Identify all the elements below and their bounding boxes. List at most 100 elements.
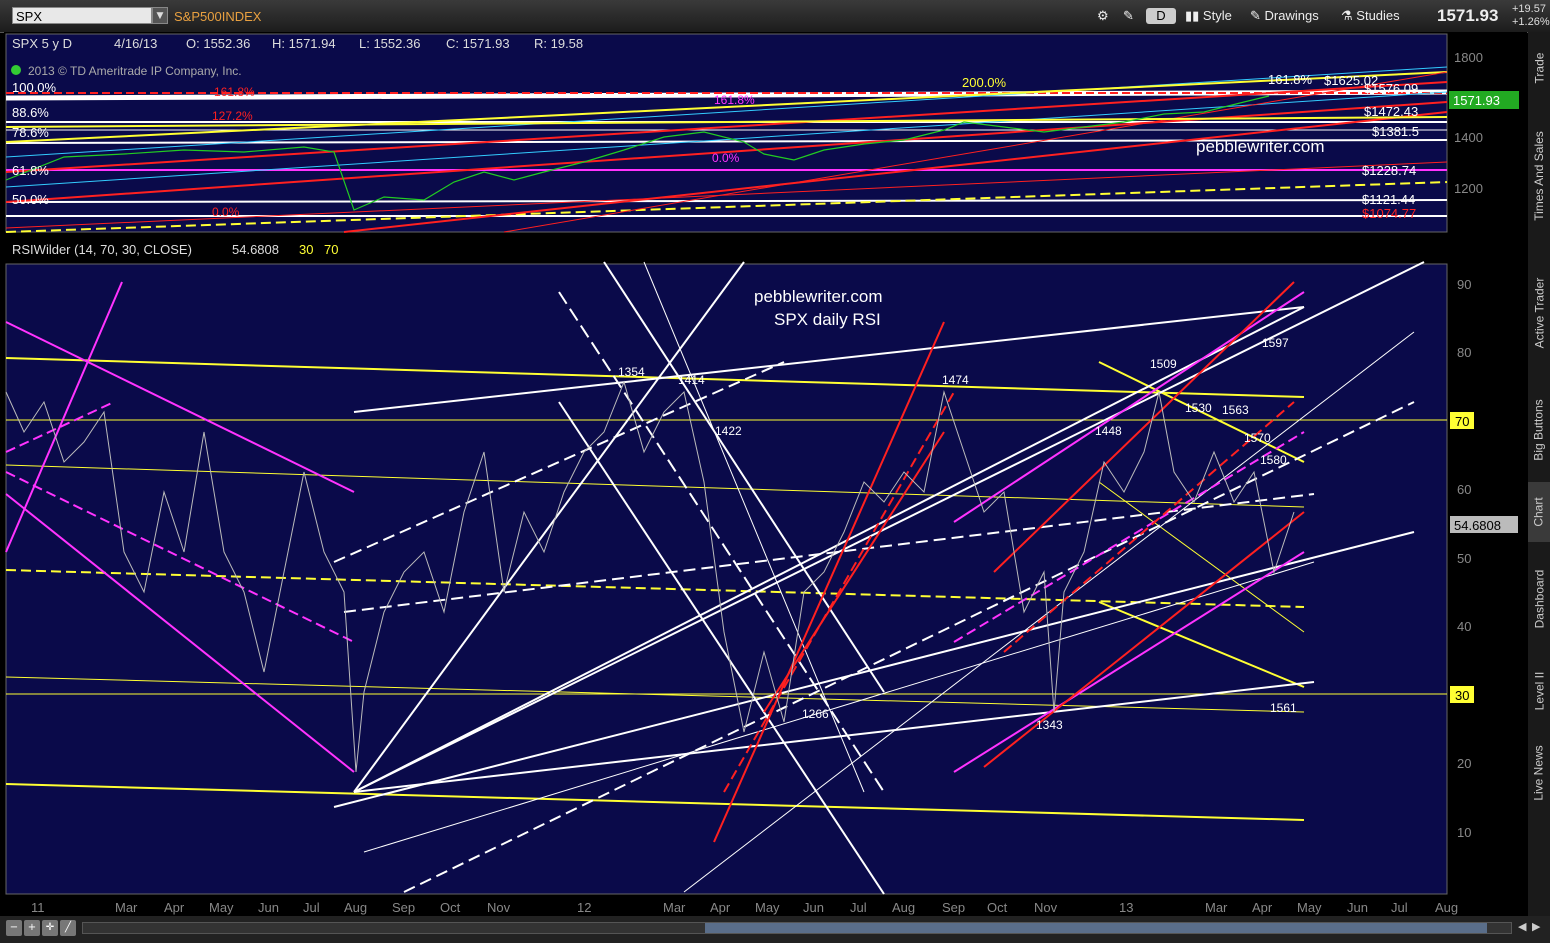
info-icon[interactable] bbox=[11, 65, 21, 75]
tab-live-news-label: Live News bbox=[1532, 745, 1547, 801]
price-info-low: L: 1552.36 bbox=[359, 36, 420, 51]
price-level-label: $1074.77 bbox=[1362, 206, 1416, 221]
symbol-input[interactable]: SPX bbox=[12, 7, 152, 24]
chart-area[interactable]: SPX 5 y D 4/16/13 O: 1552.36 H: 1571.94 … bbox=[4, 32, 1527, 916]
rsi-os-level: 70 bbox=[324, 242, 338, 257]
style-button[interactable]: ▮▮ Style bbox=[1185, 6, 1232, 26]
x-axis-label: Jul bbox=[850, 900, 867, 915]
scroll-right-icon[interactable]: ▶ bbox=[1532, 920, 1540, 933]
tab-dashboard-label: Dashboard bbox=[1532, 569, 1546, 629]
chart-svg: SPX 5 y D 4/16/13 O: 1552.36 H: 1571.94 … bbox=[5, 33, 1519, 915]
x-axis-label: Mar bbox=[1205, 900, 1228, 915]
rsi-70-badge-label: 70 bbox=[1455, 414, 1469, 429]
rsi-annotation: 1561 bbox=[1270, 701, 1297, 715]
tab-level-ii[interactable]: Level II bbox=[1528, 656, 1550, 726]
x-axis-label: May bbox=[1297, 900, 1322, 915]
rsi-study-label[interactable]: RSIWilder (14, 70, 30, CLOSE) bbox=[12, 242, 192, 257]
x-axis-label: Oct bbox=[987, 900, 1008, 915]
x-axis-label: Nov bbox=[1034, 900, 1058, 915]
x-axis-label: Jul bbox=[1391, 900, 1408, 915]
drawing-tool-icon[interactable]: ╱ bbox=[60, 920, 76, 936]
price-info-open: O: 1552.36 bbox=[186, 36, 250, 51]
price-level-label: $1121.44 bbox=[1362, 192, 1415, 207]
tab-big-buttons[interactable]: Big Buttons bbox=[1528, 380, 1550, 480]
chart-settings-icon[interactable]: ⚙ bbox=[1097, 6, 1109, 26]
tab-chart[interactable]: Chart bbox=[1528, 482, 1550, 542]
price-axis-label: 1800 bbox=[1454, 50, 1483, 65]
rsi-annotation: 1597 bbox=[1262, 336, 1289, 350]
rsi-annotation: 1414 bbox=[678, 373, 705, 387]
scrollbar-thumb[interactable] bbox=[705, 923, 1487, 933]
rsi-annotation: 1343 bbox=[1036, 718, 1063, 732]
price-axis-label: 1400 bbox=[1454, 130, 1483, 145]
rsi-axis-label: 40 bbox=[1457, 619, 1471, 634]
aggregation-button[interactable]: D bbox=[1146, 8, 1176, 24]
bottom-bar: − + ✛ ╱ ◀ ▶ bbox=[0, 916, 1550, 943]
rsi-annotation: 1563 bbox=[1222, 403, 1249, 417]
style-label: Style bbox=[1202, 8, 1232, 23]
rsi-axis-label: 60 bbox=[1457, 482, 1471, 497]
rsi-annotation: 1580 bbox=[1260, 453, 1287, 467]
scroll-left-icon[interactable]: ◀ bbox=[1518, 920, 1526, 933]
price-info-range: R: 19.58 bbox=[534, 36, 583, 51]
tab-active-trader[interactable]: Active Trader bbox=[1528, 248, 1550, 378]
horizontal-scrollbar[interactable] bbox=[82, 922, 1512, 934]
x-axis-label: Sep bbox=[942, 900, 965, 915]
x-axis-label: May bbox=[209, 900, 234, 915]
fib-label: 78.6% bbox=[12, 125, 49, 140]
tab-trade-label: Trade bbox=[1532, 52, 1546, 84]
rsi-annotation: 1530 bbox=[1185, 401, 1212, 415]
tab-live-news[interactable]: Live News bbox=[1528, 728, 1550, 818]
zoom-in-icon[interactable]: + bbox=[24, 920, 40, 936]
price-level-label: $1472.43 bbox=[1364, 104, 1418, 119]
rsi-axis-label: 20 bbox=[1457, 756, 1471, 771]
tab-active-trader-label: Active Trader bbox=[1532, 277, 1547, 349]
x-axis-label: Aug bbox=[1435, 900, 1458, 915]
studies-button[interactable]: ⚗ Studies bbox=[1341, 6, 1400, 26]
tab-big-buttons-label: Big Buttons bbox=[1532, 399, 1546, 461]
fib-label: 0.0% bbox=[212, 205, 240, 219]
tab-times-and-sales[interactable]: Times And Sales bbox=[1528, 106, 1550, 246]
price-level-label: $1381.5 bbox=[1372, 124, 1419, 139]
tab-dashboard[interactable]: Dashboard bbox=[1528, 544, 1550, 654]
symbol-dropdown-icon[interactable]: ▼ bbox=[152, 7, 168, 24]
x-axis-label: Jun bbox=[803, 900, 824, 915]
drawings-button[interactable]: ✎ Drawings bbox=[1250, 6, 1319, 26]
x-axis-label: Mar bbox=[115, 900, 138, 915]
rsi-30-badge-label: 30 bbox=[1455, 688, 1469, 703]
x-axis-label: 12 bbox=[577, 900, 591, 915]
fib-label: 50.0% bbox=[12, 192, 49, 207]
fib-label: 61.8% bbox=[12, 163, 49, 178]
price-level-label: $1228.74 bbox=[1362, 163, 1416, 178]
rsi-annotation: 1474 bbox=[942, 373, 969, 387]
x-axis-label: Aug bbox=[344, 900, 367, 915]
rsi-annotation: 1509 bbox=[1150, 357, 1177, 371]
x-axis-label: Apr bbox=[710, 900, 731, 915]
rsi-annotation: 1354 bbox=[618, 365, 645, 379]
fib-label: 161.8% bbox=[214, 85, 255, 99]
copyright-text: 2013 © TD Ameritrade IP Company, Inc. bbox=[28, 64, 242, 78]
rsi-annotation: 1266 bbox=[802, 707, 829, 721]
tab-trade[interactable]: Trade bbox=[1528, 32, 1550, 104]
rsi-title-1: pebblewriter.com bbox=[754, 287, 883, 306]
crosshair-icon[interactable]: ✛ bbox=[42, 920, 58, 936]
fib-label: 127.2% bbox=[212, 109, 253, 123]
price-level-label: $1576.09 bbox=[1364, 81, 1418, 96]
x-axis-label: Jun bbox=[258, 900, 279, 915]
rsi-value-badge-label: 54.6808 bbox=[1454, 518, 1501, 533]
wrench-icon[interactable]: ✎ bbox=[1123, 6, 1134, 26]
x-axis: 11 Mar Apr May Jun Jul Aug Sep Oct Nov 1… bbox=[31, 900, 1458, 915]
x-axis-label: Apr bbox=[1252, 900, 1273, 915]
studies-label: Studies bbox=[1356, 8, 1400, 23]
price-badge-label: 1571.93 bbox=[1453, 93, 1500, 108]
rsi-study-value: 54.6808 bbox=[232, 242, 279, 257]
price-info-high: H: 1571.94 bbox=[272, 36, 336, 51]
right-sidebar: Trade Times And Sales Active Trader Big … bbox=[1528, 32, 1550, 916]
price-info-date: 4/16/13 bbox=[114, 36, 157, 51]
x-axis-label: Nov bbox=[487, 900, 511, 915]
watermark-text: pebblewriter.com bbox=[1196, 137, 1325, 156]
zoom-out-icon[interactable]: − bbox=[6, 920, 22, 936]
fib-label: 88.6% bbox=[12, 105, 49, 120]
last-price: 1571.93 bbox=[1437, 6, 1499, 25]
x-axis-label: Apr bbox=[164, 900, 185, 915]
